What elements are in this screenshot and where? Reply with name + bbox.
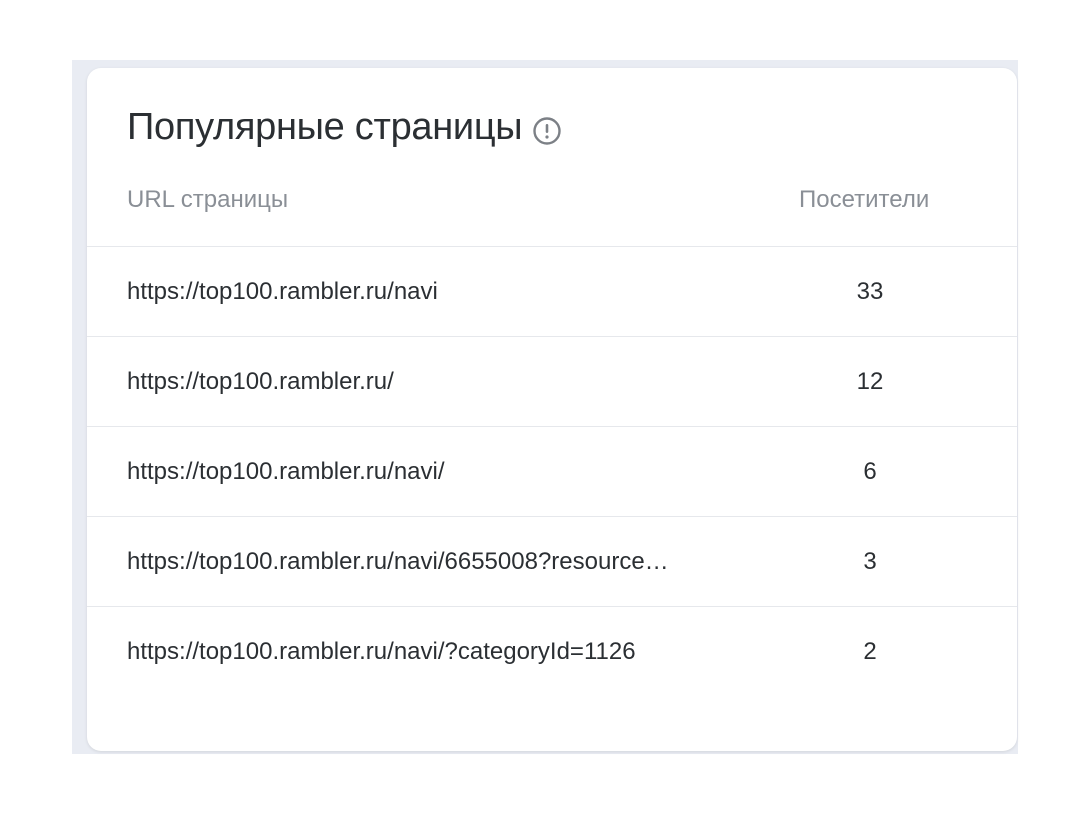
table-row: https://top100.rambler.ru/navi/6655008?r… (87, 516, 1017, 606)
table-row: https://top100.rambler.ru/navi/?category… (87, 606, 1017, 696)
table-row: https://top100.rambler.ru/navi 33 (87, 246, 1017, 336)
visitors-count: 12 (856, 367, 884, 395)
widget-header: Популярные страницы (127, 106, 562, 149)
widget-title: Популярные страницы (127, 106, 523, 148)
page-url-link[interactable]: https://top100.rambler.ru/ (127, 368, 719, 396)
visitors-count: 3 (863, 547, 877, 575)
popular-pages-table: https://top100.rambler.ru/navi 33 https:… (87, 246, 1017, 696)
table-row: https://top100.rambler.ru/navi/ 6 (87, 426, 1017, 516)
visitors-count: 2 (863, 637, 877, 665)
page-url-link[interactable]: https://top100.rambler.ru/navi/?category… (127, 638, 719, 666)
page-url-link[interactable]: https://top100.rambler.ru/navi (127, 278, 719, 306)
visitors-count: 6 (863, 457, 877, 485)
page-url-link[interactable]: https://top100.rambler.ru/navi/ (127, 458, 719, 486)
info-circle-icon[interactable] (532, 116, 562, 146)
table-row: https://top100.rambler.ru/ 12 (87, 336, 1017, 426)
visitors-count: 33 (856, 277, 884, 305)
popular-pages-widget: Популярные страницы URL страницы Посетит… (87, 68, 1017, 751)
column-header-url: URL страницы (127, 186, 289, 213)
page-url-link[interactable]: https://top100.rambler.ru/navi/6655008?r… (127, 548, 719, 576)
column-header-visitors: Посетители (799, 186, 930, 213)
